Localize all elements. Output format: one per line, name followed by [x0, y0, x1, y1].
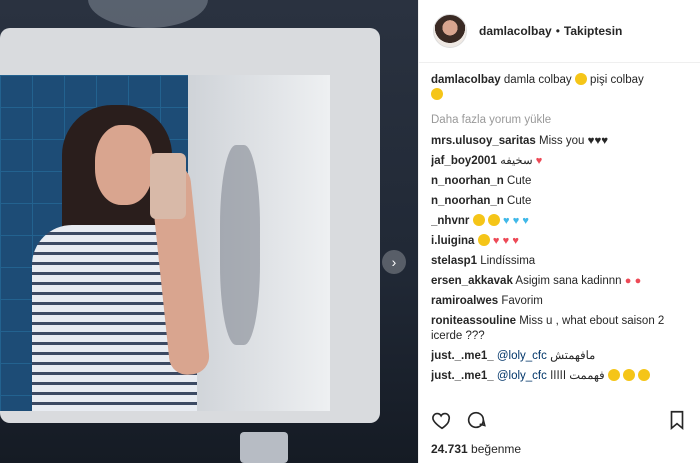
next-photo-icon[interactable]: ›	[382, 250, 406, 274]
lips-emoji-icon: ●	[624, 275, 632, 287]
comment-row: _nhvnr ♥ ♥ ♥	[431, 214, 688, 229]
comment-username[interactable]: _nhvnr	[431, 215, 469, 227]
comment-text: Favorim	[501, 295, 543, 307]
comment-username[interactable]: n_noorhan_n	[431, 175, 504, 187]
comment-row: jaf_boy2001 سخيفه ♥	[431, 154, 688, 169]
shadow	[220, 145, 260, 345]
crying-emoji-icon	[607, 369, 620, 381]
comment-username[interactable]: ramiroalwes	[431, 295, 498, 307]
sun-emoji-icon	[431, 88, 443, 100]
follow-status[interactable]: Takiptesin	[564, 24, 622, 38]
post-header: damlacolbay • Takiptesin	[419, 0, 700, 63]
comment-row: n_noorhan_n Cute	[431, 194, 688, 209]
caption-username[interactable]: damlacolbay	[431, 74, 501, 86]
comment-username[interactable]: ersen_akkavak	[431, 275, 513, 287]
comment-text: فهممت ااااا	[550, 370, 605, 382]
smiley-emoji-icon	[574, 73, 587, 85]
instagram-post: › damlacolbay • Takiptesin damlacolbay d…	[0, 0, 700, 463]
red-heart-icon: ♥	[492, 235, 500, 247]
sink-item	[240, 432, 288, 463]
heart-icon[interactable]	[431, 409, 453, 436]
comment-row: i.luigina ♥ ♥ ♥	[431, 234, 688, 249]
comment-row: stelasp1 Lindíssima	[431, 254, 688, 269]
action-bar	[419, 408, 700, 436]
avatar[interactable]	[433, 14, 467, 48]
comment-username[interactable]: jaf_boy2001	[431, 155, 497, 167]
caption-text-a: damla colbay	[503, 74, 572, 86]
comment-text: Cute	[507, 175, 532, 187]
smile-emoji-icon	[487, 214, 500, 226]
crying-emoji-icon	[623, 369, 636, 381]
red-heart-icon: ♥	[512, 235, 519, 247]
comment-mention[interactable]: @loly_cfc	[497, 350, 547, 362]
face	[95, 125, 153, 205]
caption-text-b: pişi colbay	[590, 74, 644, 86]
comment-text: Miss you ♥♥♥	[539, 135, 609, 147]
heart-emoji-icon: ♥	[535, 155, 543, 167]
comments-section: damlacolbay damla colbay pişi colbay Dah…	[419, 63, 700, 384]
comment-text: Cute	[507, 195, 532, 207]
comment-row: mrs.ulusoy_saritas Miss you ♥♥♥	[431, 134, 688, 149]
comment-username[interactable]: i.luigina	[431, 235, 474, 247]
comment-username[interactable]: stelasp1	[431, 255, 477, 267]
comment-text: Asigim sana kadinnn	[515, 275, 622, 287]
comment-row: just._.me1_ @loly_cfc مافهمتش	[431, 349, 688, 364]
caption: damlacolbay damla colbay pişi colbay	[431, 73, 688, 103]
separator: •	[555, 24, 560, 38]
blue-heart-icon: ♥	[522, 215, 529, 227]
comment-mention[interactable]: @loly_cfc	[497, 370, 547, 382]
comment-username[interactable]: roniteassouline	[431, 315, 516, 327]
likes-number: 24.731	[431, 442, 468, 456]
mirror-reflection	[0, 75, 330, 411]
post-sidebar: damlacolbay • Takiptesin damlacolbay dam…	[418, 0, 700, 463]
heart-eyes-emoji-icon	[472, 214, 485, 226]
comment-row: roniteassouline Miss u , what ebout sais…	[431, 314, 688, 344]
likes-count[interactable]: 24.731 beğenme	[431, 442, 521, 456]
comment-username[interactable]: mrs.ulusoy_saritas	[431, 135, 536, 147]
post-photo[interactable]: ›	[0, 0, 418, 463]
comment-icon[interactable]	[465, 409, 487, 436]
comment-row: ramiroalwes Favorim	[431, 294, 688, 309]
comment-username[interactable]: just._.me1_	[431, 370, 494, 382]
header-username[interactable]: damlacolbay	[479, 24, 552, 38]
phone	[150, 153, 186, 219]
heart-eyes-emoji-icon	[477, 234, 490, 246]
blue-heart-icon: ♥	[502, 215, 510, 227]
likes-label: beğenme	[471, 442, 522, 456]
comment-text: Lindíssima	[480, 255, 536, 267]
comment-text: سخيفه	[500, 155, 533, 167]
comment-row: ersen_akkavak Asigim sana kadinnn ● ●	[431, 274, 688, 289]
lips-emoji-icon: ●	[634, 275, 642, 287]
comment-text: مافهمتش	[550, 350, 596, 362]
comment-username[interactable]: n_noorhan_n	[431, 195, 504, 207]
comment-row: just._.me1_ @loly_cfc فهممت ااااا	[431, 369, 688, 384]
comment-row: n_noorhan_n Cute	[431, 174, 688, 189]
red-heart-icon: ♥	[502, 235, 510, 247]
comment-username[interactable]: just._.me1_	[431, 350, 494, 362]
load-more-comments[interactable]: Daha fazla yorum yükle	[431, 113, 688, 128]
bookmark-icon[interactable]	[666, 409, 688, 436]
crying-emoji-icon	[638, 369, 651, 381]
blue-heart-icon: ♥	[512, 215, 520, 227]
